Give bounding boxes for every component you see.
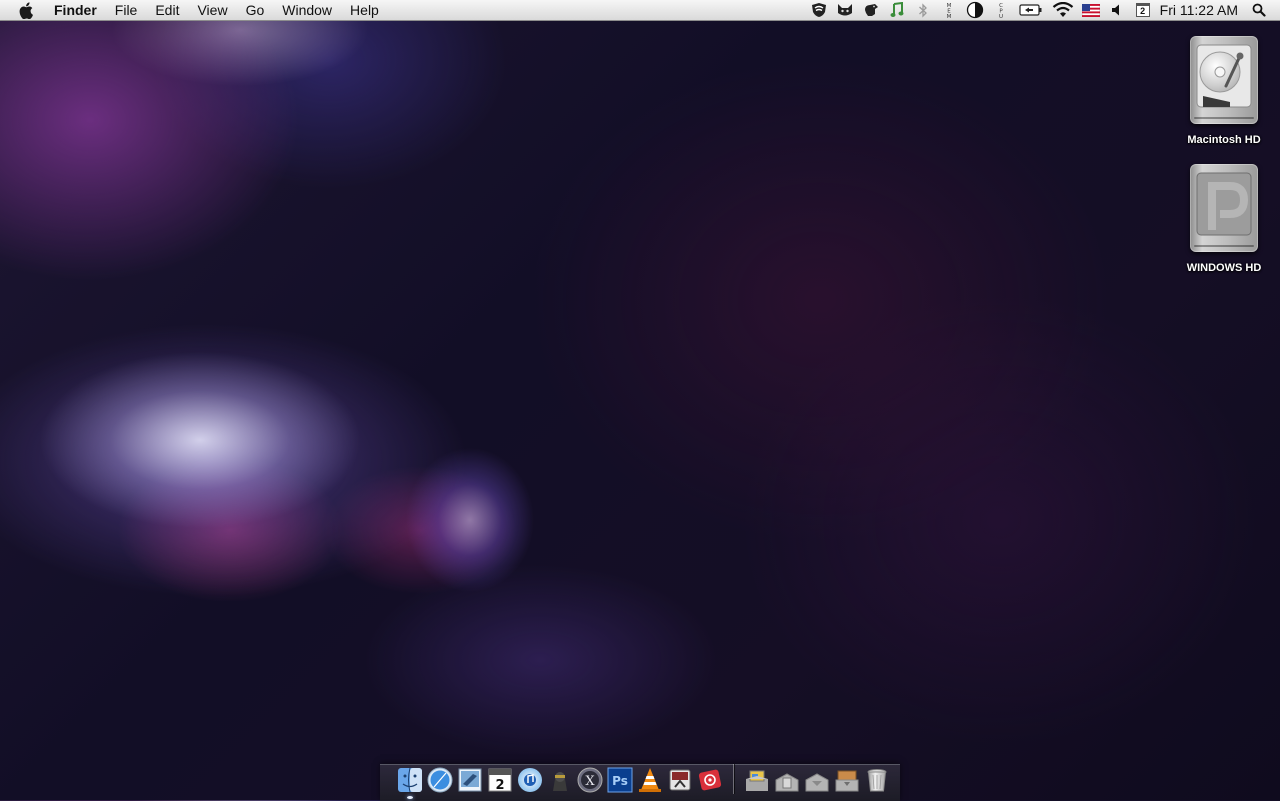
memory-meter-icon[interactable]: MEM: [938, 0, 960, 21]
mail-icon[interactable]: [456, 766, 484, 794]
menu-help[interactable]: Help: [341, 0, 388, 21]
calendar-icon[interactable]: 2: [1132, 0, 1154, 21]
desktop-icon-windows-hd[interactable]: WINDOWS HD: [1178, 164, 1270, 274]
menu-file[interactable]: File: [106, 0, 147, 21]
svg-text:M: M: [946, 14, 951, 19]
music-note-icon[interactable]: [886, 0, 908, 21]
contrast-icon[interactable]: [964, 0, 986, 21]
ical-day: 2: [495, 778, 504, 793]
downloads-stack-icon[interactable]: [803, 766, 831, 794]
hard-drive-icon: [1190, 36, 1258, 124]
menu-go[interactable]: Go: [237, 0, 274, 21]
menu-bar: Finder File Edit View Go Window Help MEM…: [0, 0, 1280, 21]
vpn-shield-icon[interactable]: [808, 0, 830, 21]
battery-icon[interactable]: [1016, 0, 1046, 21]
desktop-icon-macintosh-hd[interactable]: Macintosh HD: [1178, 36, 1270, 146]
dock-separator: [733, 764, 734, 794]
svg-text:U: U: [999, 14, 1003, 19]
ical-icon[interactable]: 2: [486, 766, 514, 794]
us-flag-input-icon[interactable]: [1080, 0, 1102, 21]
windows-drive-icon: [1190, 164, 1258, 252]
vlc-icon[interactable]: [636, 766, 664, 794]
menu-edit[interactable]: Edit: [146, 0, 188, 21]
dock: 2 X Ps: [396, 760, 893, 799]
menu-view[interactable]: View: [188, 0, 236, 21]
red-app-icon[interactable]: [696, 766, 724, 794]
desktop-icon-label: WINDOWS HD: [1186, 262, 1262, 274]
downloads-folder-icon[interactable]: [833, 766, 861, 794]
applications-stack-icon[interactable]: [743, 766, 771, 794]
menu-extras: MEM CPU 2 Fri 11:22 AM: [806, 0, 1280, 21]
x11-letter: X: [585, 774, 595, 789]
menu-window[interactable]: Window: [273, 0, 341, 21]
itunes-icon[interactable]: [516, 766, 544, 794]
calendar-day: 2: [1135, 3, 1150, 17]
volume-icon[interactable]: [1106, 0, 1128, 21]
menu-app-name[interactable]: Finder: [52, 0, 106, 21]
documents-stack-icon[interactable]: [773, 766, 801, 794]
safari-icon[interactable]: [426, 766, 454, 794]
desktop-icon-label: Macintosh HD: [1187, 134, 1261, 146]
bluetooth-icon[interactable]: [912, 0, 934, 21]
photoshop-icon[interactable]: Ps: [606, 766, 634, 794]
adium-icon[interactable]: [546, 766, 574, 794]
growl-paw-icon[interactable]: [860, 0, 882, 21]
wifi-icon[interactable]: [1050, 0, 1076, 21]
menu-clock[interactable]: Fri 11:22 AM: [1156, 0, 1246, 21]
cat-icon[interactable]: [834, 0, 856, 21]
trash-icon[interactable]: [863, 766, 891, 794]
apple-icon[interactable]: [18, 1, 34, 19]
textmate-icon[interactable]: [666, 766, 694, 794]
running-indicator: [407, 796, 413, 799]
cpu-meter-icon[interactable]: CPU: [990, 0, 1012, 21]
x11-icon[interactable]: X: [576, 766, 604, 794]
finder-icon[interactable]: [396, 766, 424, 799]
spotlight-search-icon[interactable]: [1248, 0, 1270, 21]
photoshop-label: Ps: [612, 774, 628, 788]
